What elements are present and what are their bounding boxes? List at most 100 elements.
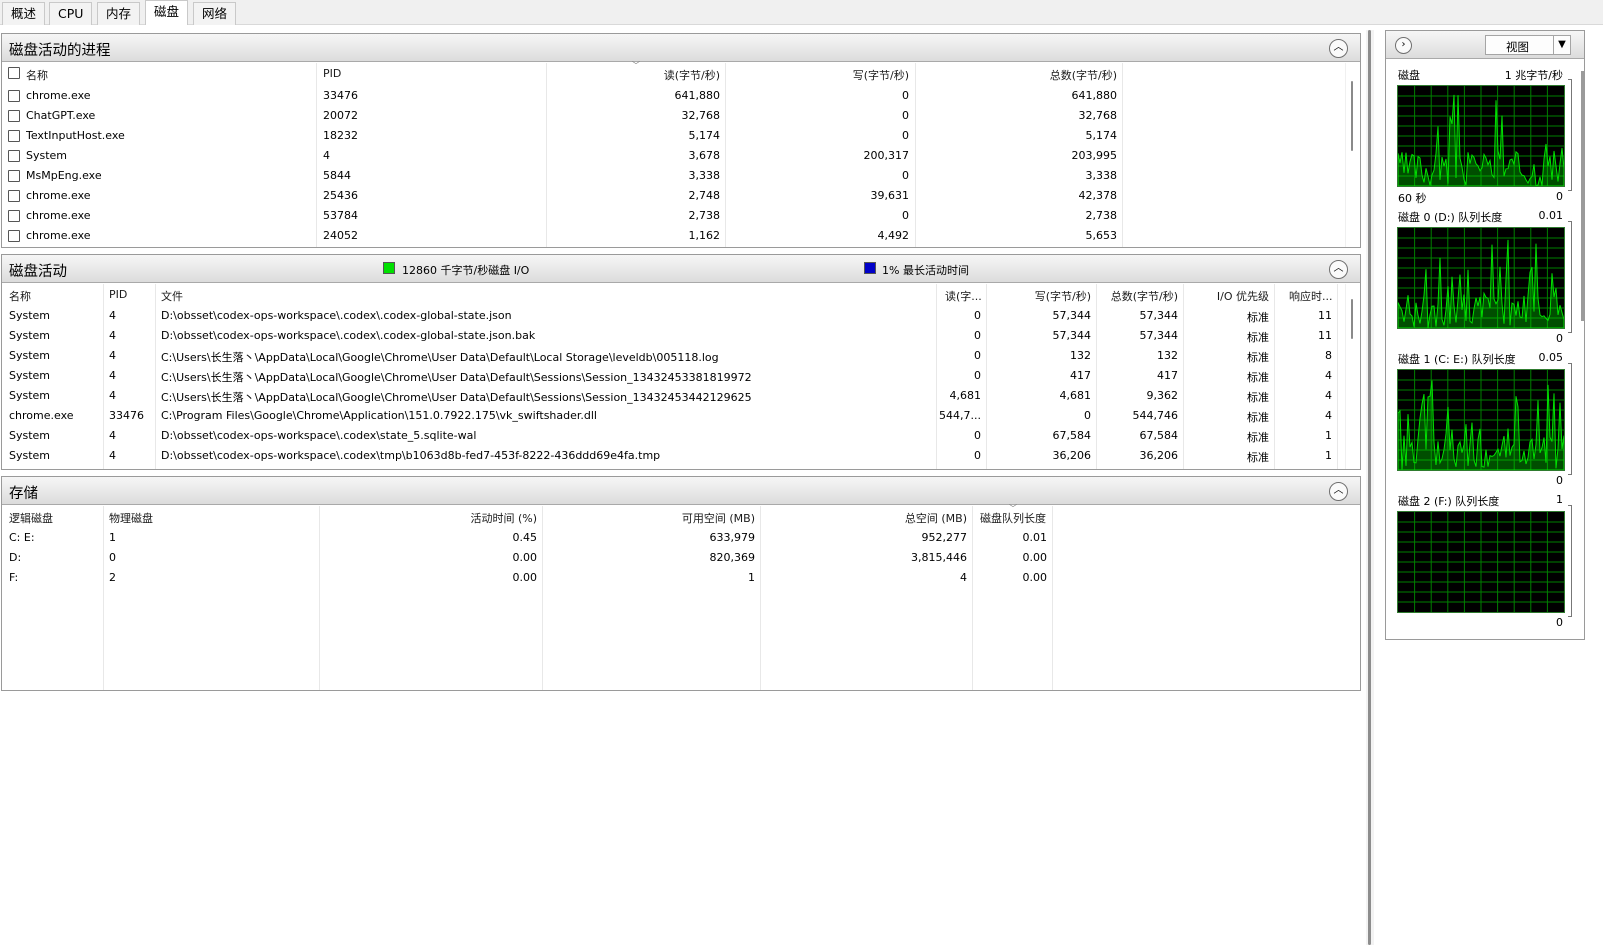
row-checkbox[interactable] bbox=[8, 110, 20, 122]
activity-name: System bbox=[9, 309, 51, 322]
column-header-name[interactable]: 名称 bbox=[9, 288, 31, 304]
process-total: 42,378 bbox=[1078, 189, 1118, 202]
row-checkbox[interactable] bbox=[8, 170, 20, 182]
graph-time-span: 60 秒 bbox=[1398, 192, 1427, 205]
column-divider bbox=[1337, 284, 1338, 469]
disk-graph bbox=[1397, 85, 1565, 187]
view-button[interactable]: 视图 ▼ bbox=[1485, 35, 1571, 55]
column-divider bbox=[1052, 506, 1053, 690]
process-read: 32,768 bbox=[681, 109, 721, 122]
scrollbar-thumb[interactable] bbox=[1351, 299, 1353, 339]
triangle-down-icon[interactable]: ▼ bbox=[1553, 36, 1570, 54]
tab-cpu[interactable]: CPU bbox=[49, 2, 93, 25]
storage-queue-length: 0.00 bbox=[1022, 571, 1048, 584]
storage-header[interactable]: 存储 ︿ bbox=[2, 477, 1360, 505]
activity-io-priority: 标准 bbox=[1247, 351, 1269, 364]
activity-io-priority: 标准 bbox=[1247, 431, 1269, 444]
column-header-physical-disk[interactable]: 物理磁盘 bbox=[109, 510, 153, 526]
activity-response: 4 bbox=[1325, 409, 1332, 422]
activity-file: D:\obsset\codex-ops-workspace\.codex\.co… bbox=[161, 329, 536, 342]
activity-write: 4,681 bbox=[1059, 389, 1092, 402]
column-header-active-time[interactable]: 活动时间 (%) bbox=[319, 510, 537, 526]
activity-total: 36,206 bbox=[1139, 449, 1179, 462]
scrollbar-thumb[interactable] bbox=[1351, 81, 1353, 151]
activity-total: 544,746 bbox=[1132, 409, 1179, 422]
process-read: 5,174 bbox=[688, 129, 721, 142]
column-header-io-priority[interactable]: I/O 优先级 bbox=[1183, 288, 1269, 304]
activity-scrollbar[interactable] bbox=[1345, 284, 1360, 469]
scrollbar-thumb[interactable] bbox=[1368, 30, 1371, 945]
column-header-file[interactable]: 文件 bbox=[161, 288, 183, 304]
chevron-right-icon[interactable]: › bbox=[1395, 37, 1412, 54]
column-header-read[interactable]: 读(字节/秒) bbox=[546, 67, 720, 83]
process-read: 3,338 bbox=[688, 169, 721, 182]
tab-memory[interactable]: 内存 bbox=[97, 2, 141, 25]
activity-file: C:\Users\长生落丶\AppData\Local\Google\Chrom… bbox=[161, 351, 719, 364]
column-header-queue-length[interactable]: 磁盘队列长度 bbox=[980, 510, 1046, 526]
column-header-total[interactable]: 总数(字节/秒) bbox=[915, 67, 1117, 83]
column-header-pid[interactable]: PID bbox=[109, 288, 127, 301]
column-header-logical-disk[interactable]: 逻辑磁盘 bbox=[9, 510, 53, 526]
tab-disk[interactable]: 磁盘 bbox=[145, 0, 189, 25]
tab-overview[interactable]: 概述 bbox=[2, 2, 46, 25]
activity-total: 57,344 bbox=[1139, 329, 1179, 342]
graph-min: 0 bbox=[1556, 616, 1563, 629]
tab-network[interactable]: 网络 bbox=[193, 2, 237, 25]
row-checkbox[interactable] bbox=[8, 210, 20, 222]
chevron-up-icon[interactable]: ︿ bbox=[1329, 39, 1348, 58]
storage-free-space: 633,979 bbox=[709, 531, 756, 544]
column-header-name[interactable]: 名称 bbox=[26, 67, 48, 83]
activity-name: chrome.exe bbox=[9, 409, 74, 422]
activity-write: 67,584 bbox=[1052, 429, 1092, 442]
activity-pid: 33476 bbox=[109, 409, 144, 422]
column-header-pid[interactable]: PID bbox=[323, 67, 341, 80]
graph-scale: 1 bbox=[1556, 493, 1563, 506]
process-write: 0 bbox=[902, 169, 909, 182]
storage-logical-disk: D: bbox=[9, 551, 22, 564]
activity-file: C:\Program Files\Google\Chrome\Applicati… bbox=[161, 409, 597, 422]
row-checkbox[interactable] bbox=[8, 130, 20, 142]
graph-svg bbox=[1398, 228, 1564, 328]
graph-pane-scrollbar[interactable] bbox=[1581, 71, 1585, 321]
process-name: chrome.exe bbox=[26, 229, 91, 242]
process-pid: 53784 bbox=[323, 209, 358, 222]
chevron-up-icon[interactable]: ︿ bbox=[1329, 260, 1348, 279]
column-header-read[interactable]: 读(字... bbox=[945, 288, 982, 304]
disk-activity-header[interactable]: 磁盘活动 12860 千字节/秒磁盘 I/O 1% 最长活动时间 ︿ bbox=[2, 255, 1360, 283]
column-header-response[interactable]: 响应时... bbox=[1289, 288, 1333, 304]
chevron-up-icon[interactable]: ︿ bbox=[1329, 482, 1348, 501]
column-header-total[interactable]: 总数(字节/秒) bbox=[1096, 288, 1178, 304]
storage-physical-disk: 1 bbox=[109, 531, 116, 544]
column-header-free-space[interactable]: 可用空间 (MB) bbox=[542, 510, 755, 526]
column-header-write[interactable]: 写(字节/秒) bbox=[725, 67, 909, 83]
process-scrollbar[interactable] bbox=[1345, 63, 1360, 247]
activity-read: 0 bbox=[974, 429, 981, 442]
select-all-checkbox[interactable] bbox=[8, 67, 20, 79]
main-scrollbar[interactable] bbox=[1366, 30, 1374, 945]
activity-read: 0 bbox=[974, 309, 981, 322]
process-read: 3,678 bbox=[688, 149, 721, 162]
row-checkbox[interactable] bbox=[8, 150, 20, 162]
storage-logical-disk: C: E: bbox=[9, 531, 35, 544]
disk-processes-header[interactable]: 磁盘活动的进程 ︿ bbox=[2, 34, 1360, 62]
active-time-legend-label: 1% 最长活动时间 bbox=[882, 264, 969, 277]
graph-pane-toolbar: › 视图 ▼ bbox=[1386, 31, 1584, 59]
storage-active-time: 0.45 bbox=[512, 531, 538, 544]
row-checkbox[interactable] bbox=[8, 230, 20, 242]
activity-write: 57,344 bbox=[1052, 329, 1092, 342]
column-header-write[interactable]: 写(字节/秒) bbox=[986, 288, 1091, 304]
activity-file: D:\obsset\codex-ops-workspace\.codex\tmp… bbox=[161, 449, 661, 462]
graph-svg bbox=[1398, 370, 1564, 470]
row-checkbox[interactable] bbox=[8, 190, 20, 202]
graph-bracket bbox=[1568, 221, 1572, 333]
process-write: 0 bbox=[902, 109, 909, 122]
storage-logical-disk: F: bbox=[9, 571, 19, 584]
process-write: 0 bbox=[902, 129, 909, 142]
row-checkbox[interactable] bbox=[8, 90, 20, 102]
activity-name: System bbox=[9, 349, 51, 362]
storage-physical-disk: 2 bbox=[109, 571, 116, 584]
column-header-total-space[interactable]: 总空间 (MB) bbox=[760, 510, 967, 526]
view-button-label: 视图 bbox=[1506, 40, 1529, 54]
activity-read: 4,681 bbox=[949, 389, 982, 402]
activity-io-priority: 标准 bbox=[1247, 391, 1269, 404]
